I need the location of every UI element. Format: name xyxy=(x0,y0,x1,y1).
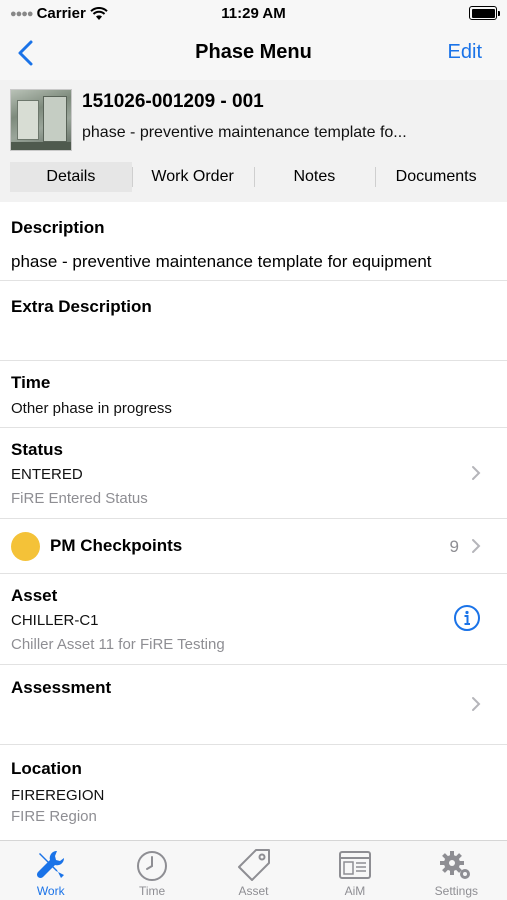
assessment-label: Assessment xyxy=(11,678,112,697)
tab-aim-label: AiM xyxy=(344,884,366,898)
tab-work[interactable]: Work xyxy=(0,841,101,900)
tab-details[interactable]: Details xyxy=(10,162,132,192)
tab-work-order[interactable]: Work Order xyxy=(131,162,254,192)
status-value: ENTERED xyxy=(11,466,83,483)
pm-checkpoints-row[interactable]: PM Checkpoints 9 xyxy=(0,519,507,574)
time-row: Time Other phase in progress xyxy=(0,361,507,428)
equipment-thumbnail[interactable] xyxy=(10,89,72,151)
tab-time[interactable]: Time xyxy=(101,841,202,900)
page-title: Phase Menu xyxy=(195,41,312,63)
status-description: FiRE Entered Status xyxy=(11,490,148,507)
location-value: FIREREGION xyxy=(11,787,105,804)
bottom-tab-bar: Work Time Asset AiM Settings xyxy=(0,840,507,900)
tab-settings[interactable]: Settings xyxy=(406,841,507,900)
phone-screen: ●●●● Carrier 11:29 AM Phase Menu Edit 15… xyxy=(0,0,507,900)
asset-description: Chiller Asset 11 for FiRE Testing xyxy=(11,636,225,653)
asset-label: Asset xyxy=(11,586,58,605)
wrench-screwdriver-icon xyxy=(36,850,64,879)
tab-documents[interactable]: Documents xyxy=(375,162,497,192)
tab-settings-label: Settings xyxy=(434,884,478,898)
tab-time-label: Time xyxy=(138,884,166,898)
extra-description-label: Extra Description xyxy=(11,297,152,316)
segmented-tabs: Details Work Order Notes Documents xyxy=(10,162,497,192)
chevron-right-icon xyxy=(472,466,481,480)
status-label: Status xyxy=(11,440,63,459)
chevron-right-icon xyxy=(472,697,481,711)
extra-description-row: Extra Description xyxy=(0,281,507,361)
chevron-right-icon xyxy=(472,539,481,553)
asset-value: CHILLER-C1 xyxy=(11,612,99,629)
tab-asset[interactable]: Asset xyxy=(203,841,304,900)
description-label: Description xyxy=(11,218,105,237)
tab-work-label: Work xyxy=(36,884,65,898)
location-description: FIRE Region xyxy=(11,808,97,825)
pm-checkpoints-count: 9 xyxy=(449,537,459,556)
time-value: Other phase in progress xyxy=(11,400,172,417)
gears-icon xyxy=(440,851,471,879)
tab-asset-label: Asset xyxy=(238,884,269,898)
status-row[interactable]: Status ENTERED FiRE Entered Status xyxy=(0,428,507,519)
location-row: Location FIREREGION FIRE Region xyxy=(0,745,507,840)
description-row: Description phase - preventive maintenan… xyxy=(0,202,507,281)
pm-checkpoints-label: PM Checkpoints xyxy=(50,536,183,555)
phase-header: 151026-001209 - 001 phase - preventive m… xyxy=(0,80,507,202)
checkpoint-status-dot-icon xyxy=(11,532,40,561)
description-value: phase - preventive maintenance template … xyxy=(11,252,432,271)
tab-notes[interactable]: Notes xyxy=(253,162,376,192)
location-label: Location xyxy=(11,759,82,778)
phase-summary: phase - preventive maintenance template … xyxy=(82,124,407,141)
status-bar: ●●●● Carrier 11:29 AM xyxy=(0,0,507,28)
clock-icon xyxy=(137,851,168,881)
assessment-row[interactable]: Assessment xyxy=(0,665,507,745)
time-label: Time xyxy=(11,373,51,392)
phase-number: 151026-001209 - 001 xyxy=(82,91,264,112)
asset-row: Asset CHILLER-C1 Chiller Asset 11 for Fi… xyxy=(0,574,507,665)
clock-time: 11:29 AM xyxy=(221,5,286,22)
navigation-bar: Phase Menu Edit xyxy=(0,28,507,80)
browser-window-icon xyxy=(338,851,371,879)
tab-aim[interactable]: AiM xyxy=(304,841,405,900)
tag-icon xyxy=(237,849,270,881)
battery-icon xyxy=(469,6,500,20)
info-icon[interactable] xyxy=(453,604,481,632)
edit-button[interactable]: Edit xyxy=(448,41,482,64)
